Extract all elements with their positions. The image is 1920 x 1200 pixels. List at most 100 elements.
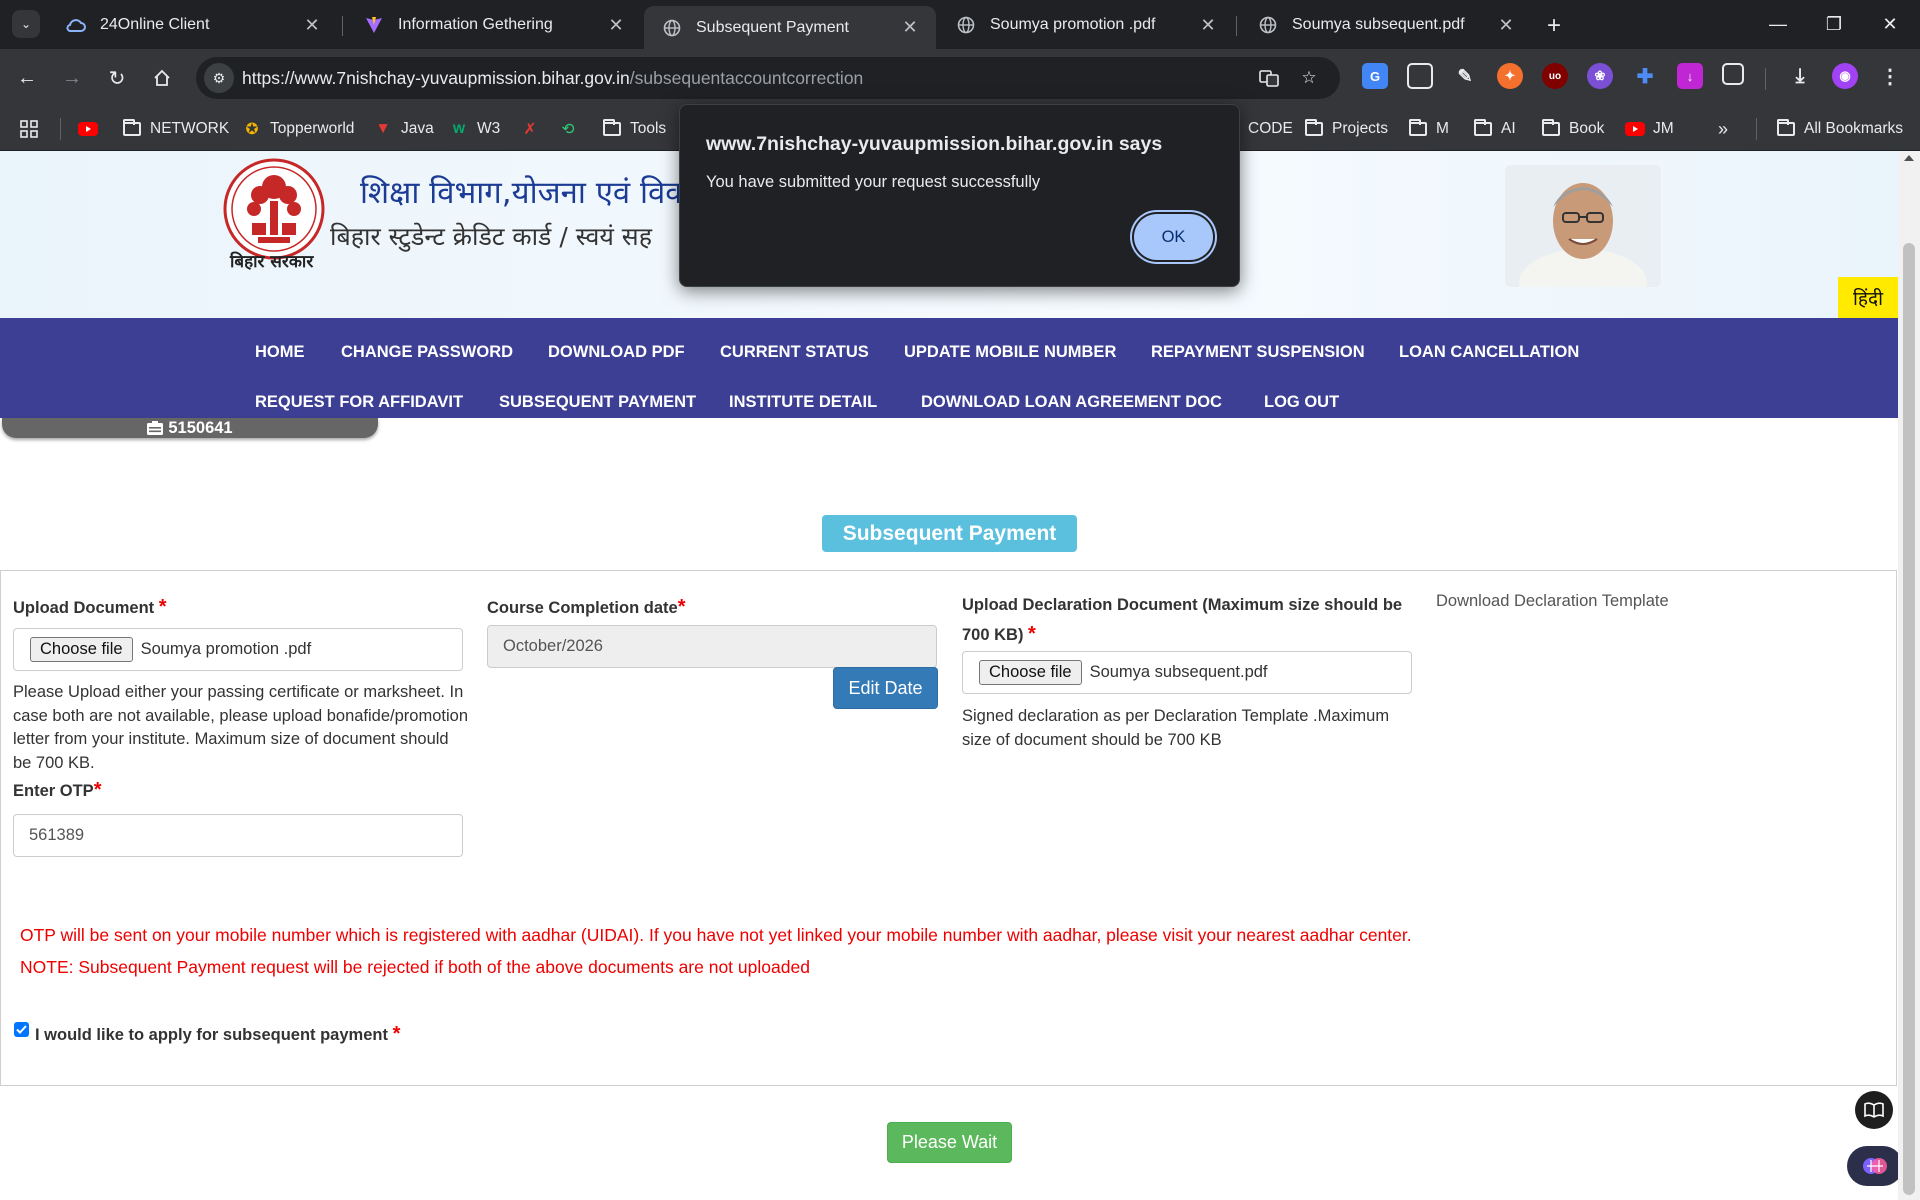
bookmark-label: Book <box>1569 120 1605 137</box>
id-card-icon <box>147 421 164 435</box>
home-icon[interactable] <box>147 63 177 93</box>
bookmark-java[interactable]: ▼ Java <box>373 117 434 141</box>
declaration-label: Upload Declaration Document (Maximum siz… <box>962 591 1402 650</box>
close-tab-icon[interactable]: ✕ <box>898 16 922 40</box>
course-completion-label: Course Completion date* <box>487 596 685 619</box>
downloads-icon[interactable]: ⤓ <box>1787 63 1813 89</box>
bookmarks-overflow-icon[interactable]: » <box>1718 117 1728 141</box>
tab-24online[interactable]: 24Online Client ✕ <box>48 6 338 44</box>
close-tab-icon[interactable]: ✕ <box>604 13 628 37</box>
edit-date-button[interactable]: Edit Date <box>833 667 938 709</box>
scroll-up-arrow-icon[interactable] <box>1904 155 1914 161</box>
apps-grid-icon[interactable] <box>20 117 38 141</box>
bookmark-green[interactable]: ⟲ <box>558 117 586 141</box>
emblem-caption: बिहार सरकार <box>230 252 314 272</box>
bookmark-network[interactable]: NETWORK <box>122 117 229 141</box>
back-icon[interactable]: ← <box>12 63 42 93</box>
x-logo-icon: ✗ <box>523 120 537 138</box>
extensions-icon[interactable] <box>1722 63 1744 85</box>
close-tab-icon[interactable]: ✕ <box>1494 13 1518 37</box>
bookmark-star-icon[interactable]: ☆ <box>1296 65 1322 91</box>
nav-subsequent-payment[interactable]: SUBSEQUENT PAYMENT <box>499 393 696 412</box>
tab-soumya-subsequent[interactable]: Soumya subsequent.pdf ✕ <box>1240 6 1532 44</box>
tab-subsequent-payment[interactable]: Subsequent Payment ✕ <box>644 6 936 49</box>
google-translate-ext-icon[interactable]: G <box>1362 63 1388 89</box>
otp-input[interactable]: 561389 <box>13 814 463 857</box>
nav-download-pdf[interactable]: DOWNLOAD PDF <box>548 343 685 362</box>
bookmark-x[interactable]: ✗ <box>520 117 548 141</box>
download-declaration-template-link[interactable]: Download Declaration Template <box>1436 592 1669 611</box>
nav-loan-cancellation[interactable]: LOAN CANCELLATION <box>1399 343 1579 362</box>
reload-icon[interactable]: ↻ <box>102 63 132 93</box>
nav-download-loan-agreement[interactable]: DOWNLOAD LOAN AGREEMENT DOC <box>921 393 1222 412</box>
main-navigation: HOME CHANGE PASSWORD DOWNLOAD PDF CURREN… <box>0 318 1898 418</box>
bookmark-code[interactable]: CODE <box>1248 117 1293 141</box>
translate-icon[interactable] <box>1256 65 1282 91</box>
tab-title: Subsequent Payment <box>696 18 849 36</box>
new-tab-icon[interactable]: + <box>1540 12 1568 40</box>
close-tab-icon[interactable]: ✕ <box>1196 13 1220 37</box>
label-text: Enter OTP <box>13 782 94 800</box>
nav-change-password[interactable]: CHANGE PASSWORD <box>341 343 513 362</box>
bookmark-label: JM <box>1653 120 1674 137</box>
otp-value: 561389 <box>29 826 85 844</box>
bookmark-label: CODE <box>1248 120 1293 137</box>
minimize-icon[interactable]: — <box>1758 8 1798 40</box>
picture-in-picture-icon[interactable] <box>1407 63 1433 89</box>
forward-icon[interactable]: → <box>57 63 87 93</box>
youtube-bookmark[interactable] <box>78 117 106 141</box>
bookmark-projects[interactable]: Projects <box>1304 117 1388 141</box>
ublock-icon[interactable]: uo <box>1542 63 1568 89</box>
scrollbar-thumb[interactable] <box>1903 243 1915 1195</box>
bookmark-w3[interactable]: w W3 <box>449 117 500 141</box>
postman-ext-icon[interactable]: ✦ <box>1497 63 1523 89</box>
ai-assistant-icon[interactable] <box>1847 1146 1898 1186</box>
bookmark-book[interactable]: Book <box>1541 117 1604 141</box>
puzzle-ext-icon[interactable]: ✚ <box>1632 63 1658 89</box>
bookmark-m[interactable]: M <box>1408 117 1449 141</box>
nav-request-for-affidavit[interactable]: REQUEST FOR AFFIDAVIT <box>255 393 463 412</box>
nav-current-status[interactable]: CURRENT STATUS <box>720 343 869 362</box>
nav-institute-detail[interactable]: INSTITUTE DETAIL <box>729 393 877 412</box>
declaration-document-input[interactable]: Choose file Soumya subsequent.pdf <box>962 651 1412 694</box>
all-bookmarks[interactable]: All Bookmarks <box>1776 117 1903 141</box>
bookmark-jm[interactable]: JM <box>1625 117 1674 141</box>
alert-dialog: www.7nishchay-yuvaupmission.bihar.gov.in… <box>679 104 1240 287</box>
hindi-language-button[interactable]: हिंदी <box>1838 277 1898 319</box>
nav-home[interactable]: HOME <box>255 343 305 362</box>
apply-subsequent-payment-checkbox[interactable] <box>14 1022 29 1037</box>
course-completion-date-field[interactable]: October/2026 <box>487 625 937 668</box>
tab-search-button[interactable]: ⌄ <box>12 10 40 38</box>
brain-ext-icon[interactable]: ❀ <box>1587 63 1613 89</box>
help-line: letter from your institute. Maximum size… <box>13 730 449 748</box>
profile-avatar[interactable]: ◉ <box>1832 63 1858 89</box>
help-line: be 700 KB. <box>13 753 95 772</box>
nav-repayment-suspension[interactable]: REPAYMENT SUSPENSION <box>1151 343 1365 362</box>
download-ext-icon[interactable]: ↓ <box>1677 63 1703 89</box>
close-window-icon[interactable]: ✕ <box>1870 8 1910 40</box>
color-picker-icon[interactable]: ✎ <box>1452 63 1478 89</box>
site-info-icon[interactable]: ⚙ <box>204 63 234 93</box>
more-menu-icon[interactable]: ⋮ <box>1877 63 1903 89</box>
nav-update-mobile-number[interactable]: UPDATE MOBILE NUMBER <box>904 343 1116 362</box>
reader-mode-icon[interactable] <box>1855 1091 1893 1129</box>
close-tab-icon[interactable]: ✕ <box>300 13 324 37</box>
dialog-ok-button[interactable]: OK <box>1134 214 1213 260</box>
bookmark-ai[interactable]: AI <box>1473 117 1516 141</box>
restore-icon[interactable]: ❐ <box>1814 8 1854 40</box>
bookmark-topperworld[interactable]: ✪ Topperworld <box>242 117 355 141</box>
tab-soumya-promotion[interactable]: Soumya promotion .pdf ✕ <box>938 6 1234 44</box>
page-scrollbar[interactable] <box>1898 151 1920 1200</box>
choose-file-button[interactable]: Choose file <box>30 637 133 662</box>
address-bar[interactable]: ⚙ https://www.7nishchay-yuvaupmission.bi… <box>196 57 1340 99</box>
tab-information-gethering[interactable]: Information Gethering ✕ <box>346 6 642 44</box>
nav-log-out[interactable]: LOG OUT <box>1264 393 1339 412</box>
url-text[interactable]: https://www.7nishchay-yuvaupmission.biha… <box>242 68 863 89</box>
please-wait-button[interactable]: Please Wait <box>887 1122 1012 1163</box>
upload-document-input[interactable]: Choose file Soumya promotion .pdf <box>13 628 463 671</box>
bookmark-label: Java <box>401 120 434 137</box>
folder-icon <box>1473 119 1493 138</box>
choose-file-button[interactable]: Choose file <box>979 660 1082 685</box>
required-asterisk: * <box>158 596 167 618</box>
bookmark-tools[interactable]: Tools <box>602 117 666 141</box>
